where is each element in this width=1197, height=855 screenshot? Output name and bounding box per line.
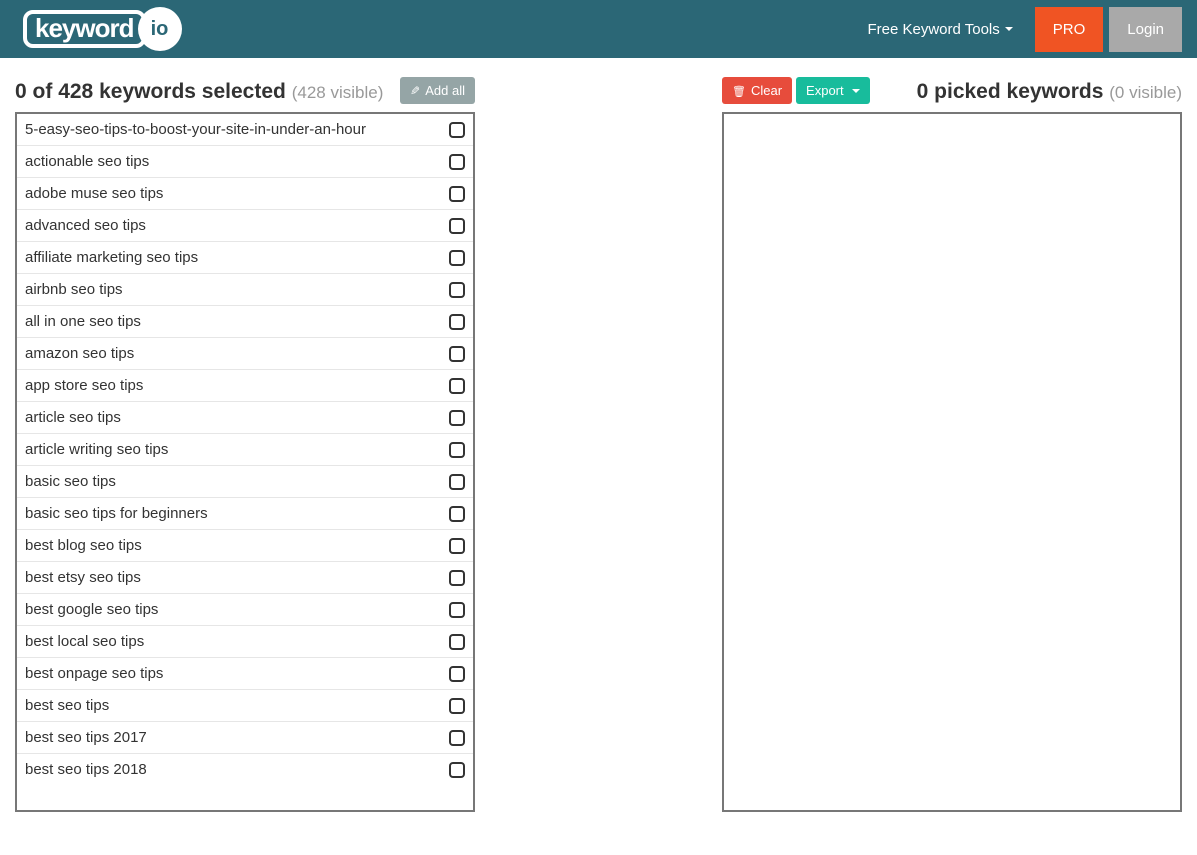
keyword-text: best local seo tips <box>25 633 449 650</box>
logo-io-circle: io <box>138 7 182 51</box>
keyword-text: 5-easy-seo-tips-to-boost-your-site-in-un… <box>25 121 449 138</box>
keyword-row[interactable]: basic seo tips <box>17 466 473 498</box>
logo-io-text: io <box>151 18 169 41</box>
keyword-text: best blog seo tips <box>25 537 449 554</box>
keyword-checkbox[interactable] <box>449 762 465 778</box>
picked-count: 0 <box>917 80 929 103</box>
keyword-checkbox[interactable] <box>449 250 465 266</box>
pro-button[interactable]: PRO <box>1035 7 1104 52</box>
keyword-checkbox[interactable] <box>449 218 465 234</box>
logo-keyword-text: keyword <box>23 10 146 48</box>
keyword-text: best seo tips <box>25 697 449 714</box>
keyword-text: app store seo tips <box>25 377 449 394</box>
keyword-checkbox[interactable] <box>449 122 465 138</box>
keyword-row[interactable]: best google seo tips <box>17 594 473 626</box>
keyword-checkbox[interactable] <box>449 474 465 490</box>
keyword-row[interactable]: basic seo tips for beginners <box>17 498 473 530</box>
navbar-right: Free Keyword Tools PRO Login <box>853 3 1182 56</box>
export-button[interactable]: Export <box>796 77 870 104</box>
keyword-row[interactable]: best seo tips 2018 <box>17 754 473 785</box>
keyword-row[interactable]: airbnb seo tips <box>17 274 473 306</box>
login-button[interactable]: Login <box>1109 7 1182 52</box>
keyword-checkbox[interactable] <box>449 154 465 170</box>
keyword-row[interactable]: affiliate marketing seo tips <box>17 242 473 274</box>
keyword-checkbox[interactable] <box>449 602 465 618</box>
keyword-text: article writing seo tips <box>25 441 449 458</box>
add-all-label: Add all <box>425 83 465 98</box>
export-label: Export <box>806 83 844 98</box>
keyword-text: best google seo tips <box>25 601 449 618</box>
keyword-text: basic seo tips for beginners <box>25 505 449 522</box>
picked-listbox[interactable] <box>722 112 1182 812</box>
chevron-down-icon <box>852 89 860 93</box>
visible-count: (428 visible) <box>292 83 384 102</box>
navbar: keyword io Free Keyword Tools PRO Login <box>0 0 1197 58</box>
keyword-row[interactable]: best seo tips <box>17 690 473 722</box>
free-keyword-tools-dropdown[interactable]: Free Keyword Tools <box>853 3 1026 56</box>
keyword-text: airbnb seo tips <box>25 281 449 298</box>
keyword-row[interactable]: best blog seo tips <box>17 530 473 562</box>
keyword-text: all in one seo tips <box>25 313 449 330</box>
content: 0 of 428 keywords selected (428 visible)… <box>0 58 1197 822</box>
keyword-checkbox[interactable] <box>449 186 465 202</box>
keywords-panel-header: 0 of 428 keywords selected (428 visible)… <box>15 68 475 104</box>
keyword-row[interactable]: all in one seo tips <box>17 306 473 338</box>
keyword-text: article seo tips <box>25 409 449 426</box>
keyword-checkbox[interactable] <box>449 506 465 522</box>
keyword-row[interactable]: actionable seo tips <box>17 146 473 178</box>
keywords-heading: 0 of 428 keywords selected (428 visible) <box>15 80 383 104</box>
clear-button[interactable]: Clear <box>722 77 792 104</box>
picked-panel-header: Clear Export 0 picked keywords (0 visibl… <box>722 68 1182 104</box>
keywords-listbox[interactable]: 5-easy-seo-tips-to-boost-your-site-in-un… <box>15 112 475 812</box>
keywords-panel: 0 of 428 keywords selected (428 visible)… <box>15 68 475 812</box>
edit-check-icon <box>410 83 420 98</box>
clear-label: Clear <box>751 83 782 98</box>
keyword-row[interactable]: best onpage seo tips <box>17 658 473 690</box>
keyword-text: best etsy seo tips <box>25 569 449 586</box>
keyword-text: basic seo tips <box>25 473 449 490</box>
keyword-row[interactable]: article seo tips <box>17 402 473 434</box>
keyword-row[interactable]: best seo tips 2017 <box>17 722 473 754</box>
keyword-checkbox[interactable] <box>449 538 465 554</box>
keyword-text: affiliate marketing seo tips <box>25 249 449 266</box>
picked-panel: Clear Export 0 picked keywords (0 visibl… <box>722 68 1182 812</box>
keyword-checkbox[interactable] <box>449 730 465 746</box>
picked-button-group: Clear Export <box>722 77 870 104</box>
keyword-checkbox[interactable] <box>449 314 465 330</box>
picked-heading: 0 picked keywords (0 visible) <box>917 80 1182 104</box>
keyword-checkbox[interactable] <box>449 666 465 682</box>
keyword-checkbox[interactable] <box>449 346 465 362</box>
keyword-text: best seo tips 2017 <box>25 729 449 746</box>
add-all-button[interactable]: Add all <box>400 77 475 104</box>
keyword-row[interactable]: adobe muse seo tips <box>17 178 473 210</box>
chevron-down-icon <box>1005 27 1013 31</box>
keyword-text: adobe muse seo tips <box>25 185 449 202</box>
trash-icon <box>732 83 746 98</box>
keyword-text: advanced seo tips <box>25 217 449 234</box>
selected-count: 0 <box>15 80 27 103</box>
keyword-row[interactable]: article writing seo tips <box>17 434 473 466</box>
keyword-checkbox[interactable] <box>449 378 465 394</box>
keyword-text: actionable seo tips <box>25 153 449 170</box>
keyword-row[interactable]: best etsy seo tips <box>17 562 473 594</box>
keyword-row[interactable]: advanced seo tips <box>17 210 473 242</box>
keyword-checkbox[interactable] <box>449 698 465 714</box>
keyword-text: best onpage seo tips <box>25 665 449 682</box>
keyword-checkbox[interactable] <box>449 570 465 586</box>
total-count: 428 <box>58 80 93 103</box>
keyword-checkbox[interactable] <box>449 634 465 650</box>
picked-visible-count: (0 visible) <box>1109 83 1182 102</box>
keyword-checkbox[interactable] <box>449 282 465 298</box>
keyword-text: amazon seo tips <box>25 345 449 362</box>
keyword-checkbox[interactable] <box>449 410 465 426</box>
free-keyword-tools-label: Free Keyword Tools <box>867 21 999 38</box>
keyword-row[interactable]: 5-easy-seo-tips-to-boost-your-site-in-un… <box>17 114 473 146</box>
keyword-row[interactable]: app store seo tips <box>17 370 473 402</box>
keyword-text: best seo tips 2018 <box>25 761 449 778</box>
logo[interactable]: keyword io <box>23 7 182 51</box>
keyword-checkbox[interactable] <box>449 442 465 458</box>
keyword-row[interactable]: best local seo tips <box>17 626 473 658</box>
keyword-row[interactable]: amazon seo tips <box>17 338 473 370</box>
